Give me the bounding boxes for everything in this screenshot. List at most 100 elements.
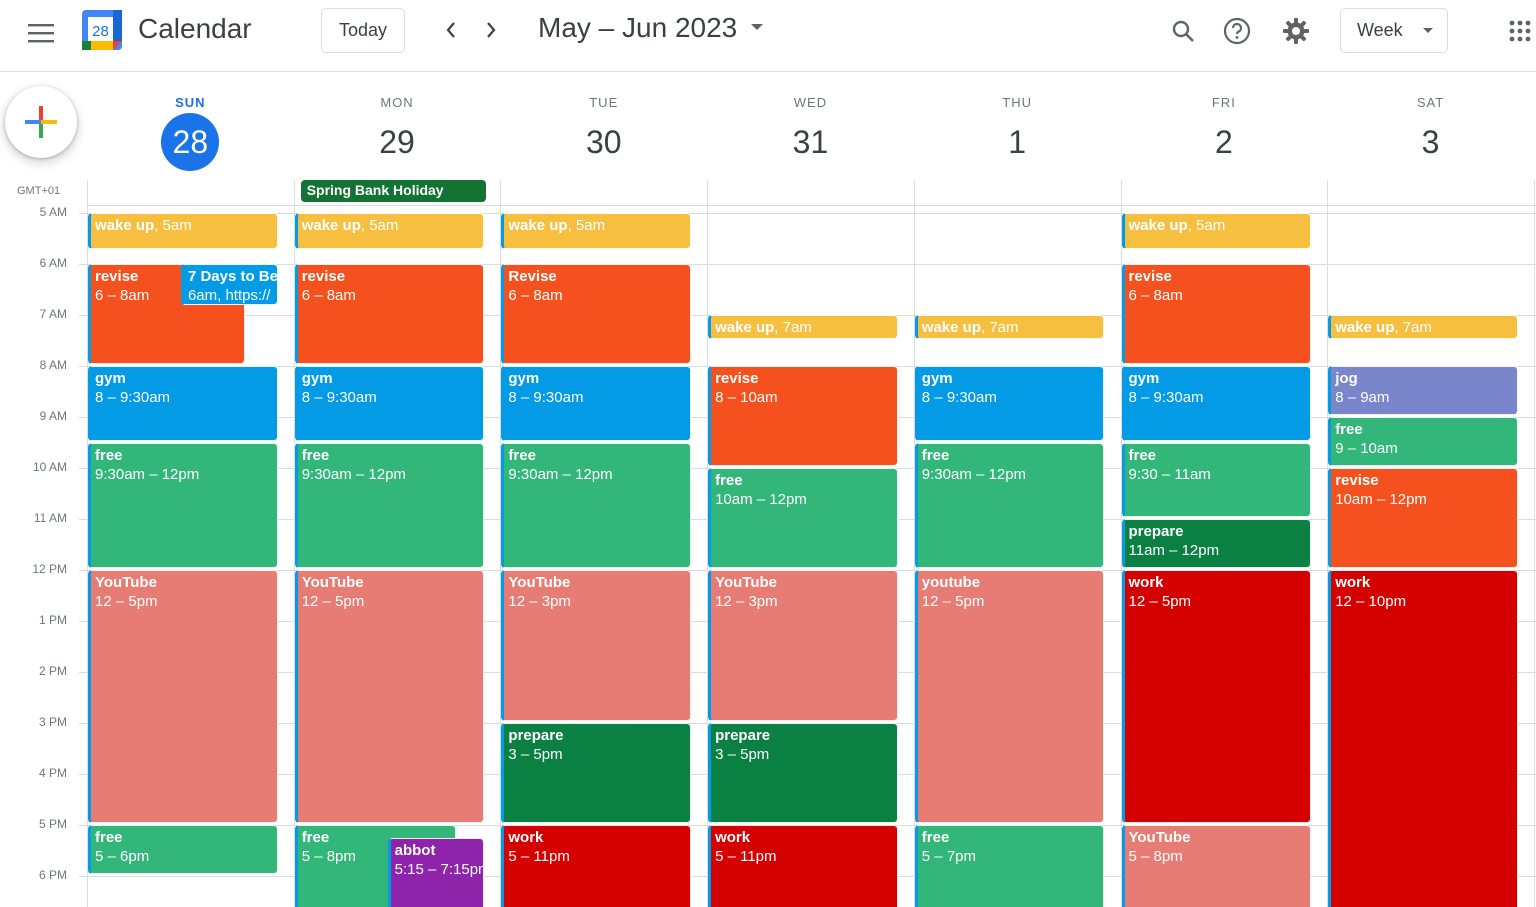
day-header-wed[interactable]: WED 31 xyxy=(707,90,914,180)
day-number[interactable]: 1 xyxy=(988,113,1046,171)
event-time: 7am xyxy=(782,319,812,336)
next-week-button[interactable] xyxy=(472,11,510,49)
google-apps-button[interactable] xyxy=(1500,11,1536,51)
day-number[interactable]: 29 xyxy=(368,113,426,171)
help-icon xyxy=(1223,17,1251,45)
event-separator: , xyxy=(1187,217,1197,234)
calendar-event[interactable]: wake up, 7am xyxy=(708,315,898,339)
calendar-event[interactable]: free 10am – 12pm xyxy=(708,468,898,568)
view-switcher[interactable]: Week xyxy=(1340,8,1448,53)
day-name: TUE xyxy=(589,95,619,110)
event-title: free xyxy=(1335,421,1363,438)
all-day-separator xyxy=(87,205,1536,206)
event-time: 11am – 12pm xyxy=(1128,542,1220,559)
search-icon xyxy=(1172,20,1194,42)
calendar-event[interactable]: gym 8 – 9:30am xyxy=(914,366,1105,441)
calendar-event[interactable]: free 9 – 10am xyxy=(1328,417,1518,466)
event-title: free xyxy=(1128,446,1157,464)
event-title: gym xyxy=(301,370,333,387)
event-title: jog xyxy=(1335,370,1358,387)
calendar-event[interactable]: abbot 5:15 – 7:15pm xyxy=(387,837,485,907)
event-time: 3 – 5pm xyxy=(508,746,563,763)
calendar-event[interactable]: YouTube 12 – 3pm xyxy=(501,570,692,721)
calendar-event[interactable]: youtube 12 – 5pm xyxy=(914,570,1105,823)
event-title: free xyxy=(301,446,330,464)
calendar-event[interactable]: gym 8 – 9:30am xyxy=(294,366,485,441)
calendar-event[interactable]: YouTube 5 – 8pm xyxy=(1121,825,1312,907)
day-header-sat[interactable]: SAT 3 xyxy=(1327,90,1534,180)
day-header-tue[interactable]: TUE 30 xyxy=(500,90,707,180)
calendar-event[interactable]: work 12 – 5pm xyxy=(1121,570,1312,823)
day-number[interactable]: 3 xyxy=(1402,113,1460,171)
hour-label: 6 AM xyxy=(39,256,67,270)
help-button[interactable] xyxy=(1217,11,1257,51)
event-separator: , xyxy=(774,319,783,336)
calendar-logo[interactable]: 28 xyxy=(82,10,122,50)
calendar-event[interactable]: gym 8 – 9:30am xyxy=(501,366,692,441)
calendar-event[interactable]: prepare 11am – 12pm xyxy=(1121,519,1312,568)
event-time: 5 – 11pm xyxy=(715,848,777,865)
main-menu-button[interactable] xyxy=(18,10,64,56)
calendar-event[interactable]: work 12 – 10pm xyxy=(1328,570,1518,907)
day-number[interactable]: 28 xyxy=(161,113,220,171)
calendar-event[interactable]: wake up, 5am xyxy=(294,213,485,250)
calendar-event[interactable]: 7 Days to Bet 6am, https:// xyxy=(180,264,278,306)
event-separator: , xyxy=(1394,319,1403,336)
event-title: free xyxy=(301,829,330,846)
date-range-picker[interactable]: May – Jun 2023 xyxy=(538,12,764,44)
event-separator: , xyxy=(360,217,370,234)
calendar-event[interactable]: wake up, 7am xyxy=(914,315,1105,339)
calendar-event[interactable]: free 9:30am – 12pm xyxy=(914,442,1105,568)
event-separator: , xyxy=(154,217,163,234)
day-header-sun[interactable]: SUN 28 xyxy=(87,90,294,180)
calendar-event[interactable]: wake up, 5am xyxy=(501,213,692,250)
all-day-event[interactable]: Spring Bank Holiday xyxy=(300,180,487,202)
create-event-button[interactable] xyxy=(5,86,77,158)
calendar-event[interactable]: work 5 – 11pm xyxy=(501,825,692,907)
calendar-event[interactable]: YouTube 12 – 5pm xyxy=(294,570,485,823)
calendar-event[interactable]: gym 8 – 9:30am xyxy=(88,366,278,441)
day-name: SAT xyxy=(1416,95,1445,110)
calendar-event[interactable]: wake up, 5am xyxy=(1121,213,1312,250)
calendar-event[interactable]: YouTube 12 – 3pm xyxy=(708,570,898,721)
calendar-event[interactable]: work 5 – 11pm xyxy=(708,825,898,907)
calendar-event[interactable]: free 9:30 – 11am xyxy=(1121,442,1312,517)
today-button[interactable]: Today xyxy=(321,8,405,53)
event-time: 12 – 5pm xyxy=(921,593,985,610)
day-number[interactable]: 31 xyxy=(781,113,839,171)
event-title: gym xyxy=(95,370,126,387)
calendar-event[interactable]: revise 10am – 12pm xyxy=(1328,468,1518,568)
day-header-fri[interactable]: FRI 2 xyxy=(1121,90,1328,180)
caret-down-icon xyxy=(751,24,764,30)
calendar-event[interactable]: revise 8 – 10am xyxy=(708,366,898,466)
previous-week-button[interactable] xyxy=(432,11,470,49)
calendar-event[interactable]: revise 6 – 8am xyxy=(1121,264,1312,364)
calendar-event[interactable]: wake up, 7am xyxy=(1328,315,1518,339)
event-title: youtube xyxy=(921,574,981,591)
calendar-event[interactable]: Revise 6 – 8am xyxy=(501,264,692,364)
calendar-event[interactable]: wake up, 5am xyxy=(88,213,278,250)
calendar-event[interactable]: YouTube 12 – 5pm xyxy=(88,570,278,823)
event-title: work xyxy=(508,829,544,846)
calendar-event[interactable]: prepare 3 – 5pm xyxy=(708,723,898,823)
day-header-thu[interactable]: THU 1 xyxy=(914,90,1121,180)
calendar-event[interactable]: free 5 – 7pm xyxy=(914,825,1105,907)
event-title: wake up xyxy=(301,217,361,234)
settings-button[interactable] xyxy=(1276,11,1316,51)
calendar-event[interactable]: free 9:30am – 12pm xyxy=(88,442,278,568)
day-header-mon[interactable]: MON 29 xyxy=(294,90,501,180)
calendar-event[interactable]: free 9:30am – 12pm xyxy=(501,442,692,568)
search-button[interactable] xyxy=(1163,11,1203,51)
day-number[interactable]: 2 xyxy=(1195,113,1253,171)
calendar-event[interactable]: jog 8 – 9am xyxy=(1328,366,1518,415)
calendar-event[interactable]: free 5 – 6pm xyxy=(88,825,278,874)
event-title: wake up xyxy=(95,217,155,234)
event-time: 12 – 3pm xyxy=(508,593,571,610)
calendar-event[interactable]: free 9:30am – 12pm xyxy=(294,442,485,568)
calendar-event[interactable]: revise 6 – 8am xyxy=(294,264,485,364)
event-title: revise xyxy=(715,370,759,387)
calendar-event[interactable]: gym 8 – 9:30am xyxy=(1121,366,1312,441)
day-number[interactable]: 30 xyxy=(575,113,633,171)
gear-icon xyxy=(1283,18,1309,44)
calendar-event[interactable]: prepare 3 – 5pm xyxy=(501,723,692,823)
